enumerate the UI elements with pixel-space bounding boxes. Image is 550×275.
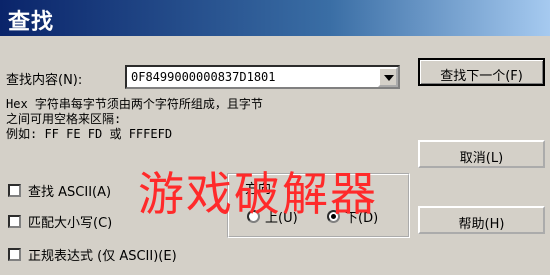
find-next-label: 查找下一个(F) <box>440 69 523 84</box>
find-what-combobox[interactable]: 0F8499000000837D1801 <box>125 65 400 89</box>
regex-label[interactable]: 正规表达式 (仅 ASCII)(E) <box>28 245 177 264</box>
watermark-text: 游戏破解器 <box>138 167 378 221</box>
find-ascii-checkbox[interactable] <box>8 184 21 197</box>
hex-hint-line-1: Hex 字符串每字节须由两个字符所组成，且字节 <box>6 97 263 111</box>
hex-hint-line-2: 之间可用空格来区隔: <box>6 112 122 126</box>
dropdown-arrow-button[interactable] <box>378 67 398 87</box>
find-what-value[interactable]: 0F8499000000837D1801 <box>131 70 276 84</box>
title-bar[interactable]: 查找 <box>0 0 550 36</box>
find-ascii-label[interactable]: 查找 ASCII(A) <box>28 181 111 200</box>
cancel-button[interactable]: 取消(L) <box>418 140 545 168</box>
find-dialog: 查找 查找内容(N): 0F8499000000837D1801 查找下一个(F… <box>0 0 550 275</box>
chevron-down-icon <box>384 75 394 81</box>
find-next-button[interactable]: 查找下一个(F) <box>418 58 545 86</box>
help-label: 帮助(H) <box>458 217 505 232</box>
find-what-label: 查找内容(N): <box>6 73 83 88</box>
hex-hint-line-3: 例如: FF FE FD 或 FFFEFD <box>6 127 173 141</box>
help-button[interactable]: 帮助(H) <box>418 206 545 234</box>
window-title: 查找 <box>8 10 55 35</box>
match-case-checkbox[interactable] <box>8 215 21 228</box>
cancel-label: 取消(L) <box>459 151 504 166</box>
match-case-label[interactable]: 匹配大小写(C) <box>28 212 112 231</box>
regex-checkbox[interactable] <box>8 248 21 261</box>
